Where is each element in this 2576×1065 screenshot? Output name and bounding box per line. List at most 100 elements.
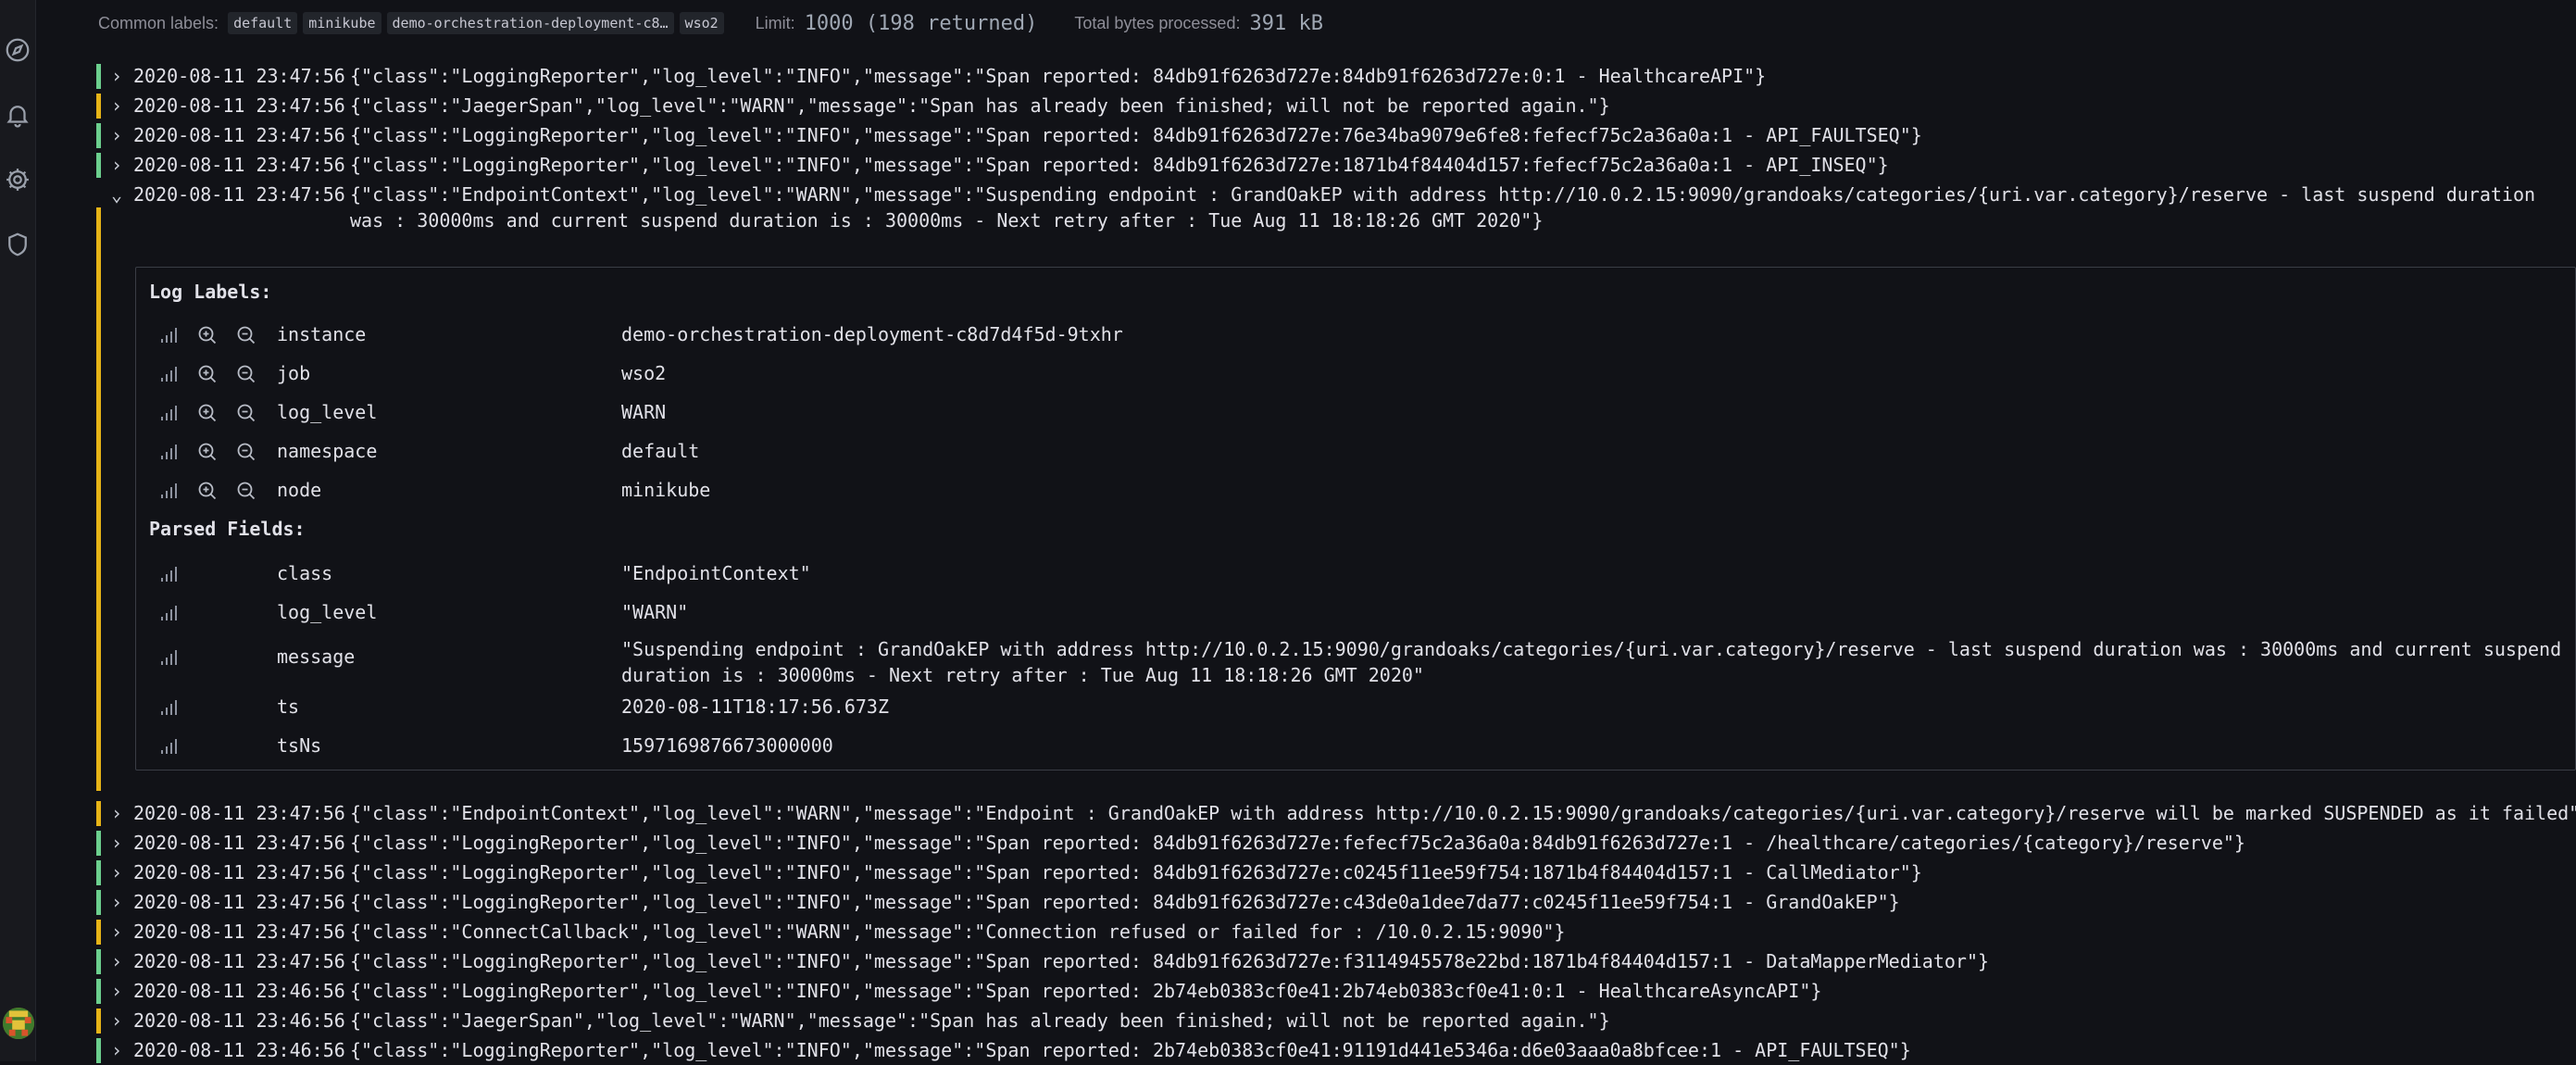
zoom-out-icon[interactable]: [236, 403, 256, 423]
log-timestamp: 2020-08-11 23:46:56: [133, 1009, 345, 1032]
log-row[interactable]: › 2020-08-11 23:47:56 {"class":"LoggingRep…: [96, 150, 2574, 180]
stats-icon[interactable]: [158, 325, 179, 345]
log-message: {"class":"JaegerSpan","log_level":"WARN"…: [350, 1009, 1610, 1032]
log-label-row: namespace default: [136, 432, 2575, 470]
log-timestamp: 2020-08-11 23:47:56: [133, 94, 345, 117]
compass-icon[interactable]: [3, 35, 32, 65]
label-chip: wso2: [679, 12, 724, 34]
zoom-in-icon[interactable]: [197, 442, 218, 462]
zoom-out-icon[interactable]: [236, 325, 256, 345]
log-row[interactable]: › 2020-08-11 23:46:56 {"class":"LoggingRep…: [96, 976, 2574, 1006]
stats-icon[interactable]: [158, 736, 179, 757]
log-message: {"class":"LoggingReporter","log_level":"…: [350, 124, 1922, 146]
chevron-right-icon[interactable]: ›: [111, 828, 122, 858]
log-row[interactable]: › 2020-08-11 23:47:56 {"class":"LoggingRep…: [96, 828, 2574, 858]
log-timestamp: 2020-08-11 23:47:56: [133, 861, 345, 883]
log-row[interactable]: › 2020-08-11 23:47:56 {"class":"EndpointCo…: [96, 798, 2576, 828]
zoom-in-icon[interactable]: [197, 481, 218, 501]
log-row[interactable]: › 2020-08-11 23:47:56 {"class":"ConnectCal…: [96, 917, 2574, 946]
zoom-out-icon[interactable]: [236, 481, 256, 501]
bell-icon[interactable]: [3, 100, 32, 130]
chevron-right-icon[interactable]: ›: [111, 120, 122, 150]
label-value: demo-orchestration-deployment-c8d7d4f5d-…: [621, 323, 1123, 345]
label-chip: minikube: [303, 12, 381, 34]
log-row[interactable]: › 2020-08-11 23:47:56 {"class":"LoggingRep…: [96, 858, 2574, 887]
stats-icon[interactable]: [158, 442, 179, 462]
label-value: default: [621, 440, 700, 462]
level-stripe: [96, 123, 101, 148]
log-message: {"class":"EndpointContext","log_level":"…: [350, 802, 2576, 824]
log-row[interactable]: › 2020-08-11 23:47:56 {"class":"LoggingRep…: [96, 61, 2574, 91]
chevron-right-icon[interactable]: ›: [111, 976, 122, 1006]
zoom-out-icon[interactable]: [236, 442, 256, 462]
log-label-row: log_level WARN: [136, 394, 2575, 431]
level-stripe: [96, 1009, 101, 1034]
log-message: {"class":"LoggingReporter","log_level":"…: [350, 1039, 1911, 1061]
log-row-expanded[interactable]: ⌄ 2020-08-11 23:47:56 {"class":"Endpoint…: [96, 180, 2574, 239]
zoom-in-icon[interactable]: [197, 364, 218, 384]
chevron-right-icon[interactable]: ›: [111, 887, 122, 917]
zoom-out-icon[interactable]: [236, 364, 256, 384]
log-row[interactable]: › 2020-08-11 23:47:56 {"class":"LoggingRep…: [96, 120, 2574, 150]
log-timestamp: 2020-08-11 23:47:56: [133, 921, 345, 943]
parsed-field-row: message "Suspending endpoint : GrandOakEP…: [136, 638, 2575, 686]
label-value: WARN: [621, 401, 667, 423]
log-message: {"class":"LoggingReporter","log_level":"…: [350, 832, 2245, 854]
label-key: job: [277, 362, 311, 384]
chevron-right-icon[interactable]: ›: [111, 1006, 122, 1035]
chevron-right-icon[interactable]: ›: [111, 917, 122, 946]
log-timestamp: 2020-08-11 23:47:56: [133, 154, 345, 176]
parsed-field-row: class "EndpointContext": [136, 555, 2575, 592]
log-label-row: job wso2: [136, 355, 2575, 392]
log-row[interactable]: › 2020-08-11 23:47:56 {"class":"JaegerSpan…: [96, 91, 2574, 120]
chevron-right-icon[interactable]: ›: [111, 858, 122, 887]
label-key: namespace: [277, 440, 378, 462]
level-stripe: [96, 207, 101, 791]
avatar[interactable]: [3, 1008, 34, 1039]
field-key: ts: [277, 695, 300, 718]
shield-icon[interactable]: [3, 230, 32, 259]
stats-icon[interactable]: [158, 603, 179, 623]
stats-icon[interactable]: [158, 647, 179, 668]
label-chip: demo-orchestration-deployment-c8…: [386, 12, 674, 34]
log-timestamp: 2020-08-11 23:47:56: [133, 832, 345, 854]
log-row[interactable]: › 2020-08-11 23:46:56 {"class":"LoggingRep…: [96, 1035, 2574, 1065]
stats-icon[interactable]: [158, 697, 179, 718]
chevron-right-icon[interactable]: ›: [111, 91, 122, 120]
zoom-in-icon[interactable]: [197, 325, 218, 345]
log-rows-after: › 2020-08-11 23:47:56 {"class":"EndpointCo…: [96, 798, 2576, 1065]
label-key: node: [277, 479, 322, 501]
level-stripe: [96, 1038, 101, 1063]
parsed-field-row: log_level "WARN": [136, 594, 2575, 631]
level-stripe: [96, 831, 101, 856]
level-stripe: [96, 94, 101, 119]
stats-icon[interactable]: [158, 403, 179, 423]
chevron-right-icon[interactable]: ›: [111, 1035, 122, 1065]
level-stripe: [96, 890, 101, 915]
chevron-right-icon[interactable]: ›: [111, 946, 122, 976]
field-value: "Suspending endpoint : GrandOakEP with a…: [621, 638, 2562, 686]
chevron-right-icon[interactable]: ›: [111, 798, 122, 828]
level-stripe: [96, 64, 101, 89]
bytes-key: Total bytes processed:: [1074, 13, 1241, 32]
field-key: class: [277, 562, 333, 584]
log-message: {"class":"LoggingReporter","log_level":"…: [350, 861, 1922, 883]
log-timestamp: 2020-08-11 23:46:56: [133, 1039, 345, 1061]
zoom-in-icon[interactable]: [197, 403, 218, 423]
chevron-down-icon[interactable]: ⌄: [111, 180, 122, 209]
stats-icon[interactable]: [158, 364, 179, 384]
log-timestamp: 2020-08-11 23:47:56: [133, 891, 345, 913]
field-value: "WARN": [621, 601, 689, 623]
log-row[interactable]: › 2020-08-11 23:46:56 {"class":"JaegerSpan…: [96, 1006, 2574, 1035]
stats-icon[interactable]: [158, 481, 179, 501]
gear-icon[interactable]: [3, 165, 32, 194]
chevron-right-icon[interactable]: ›: [111, 150, 122, 180]
parsed-field-row: ts 2020-08-11T18:17:56.673Z: [136, 688, 2575, 725]
log-timestamp: 2020-08-11 23:47:56: [133, 802, 345, 824]
chevron-right-icon[interactable]: ›: [111, 61, 122, 91]
log-row[interactable]: › 2020-08-11 23:47:56 {"class":"LoggingRep…: [96, 887, 2574, 917]
stats-icon[interactable]: [158, 564, 179, 584]
log-timestamp: 2020-08-11 23:47:56: [133, 183, 345, 206]
log-details-panel: Log Labels: instance demo-orchestration-d…: [135, 267, 2576, 771]
log-row[interactable]: › 2020-08-11 23:47:56 {"class":"LoggingRep…: [96, 946, 2574, 976]
